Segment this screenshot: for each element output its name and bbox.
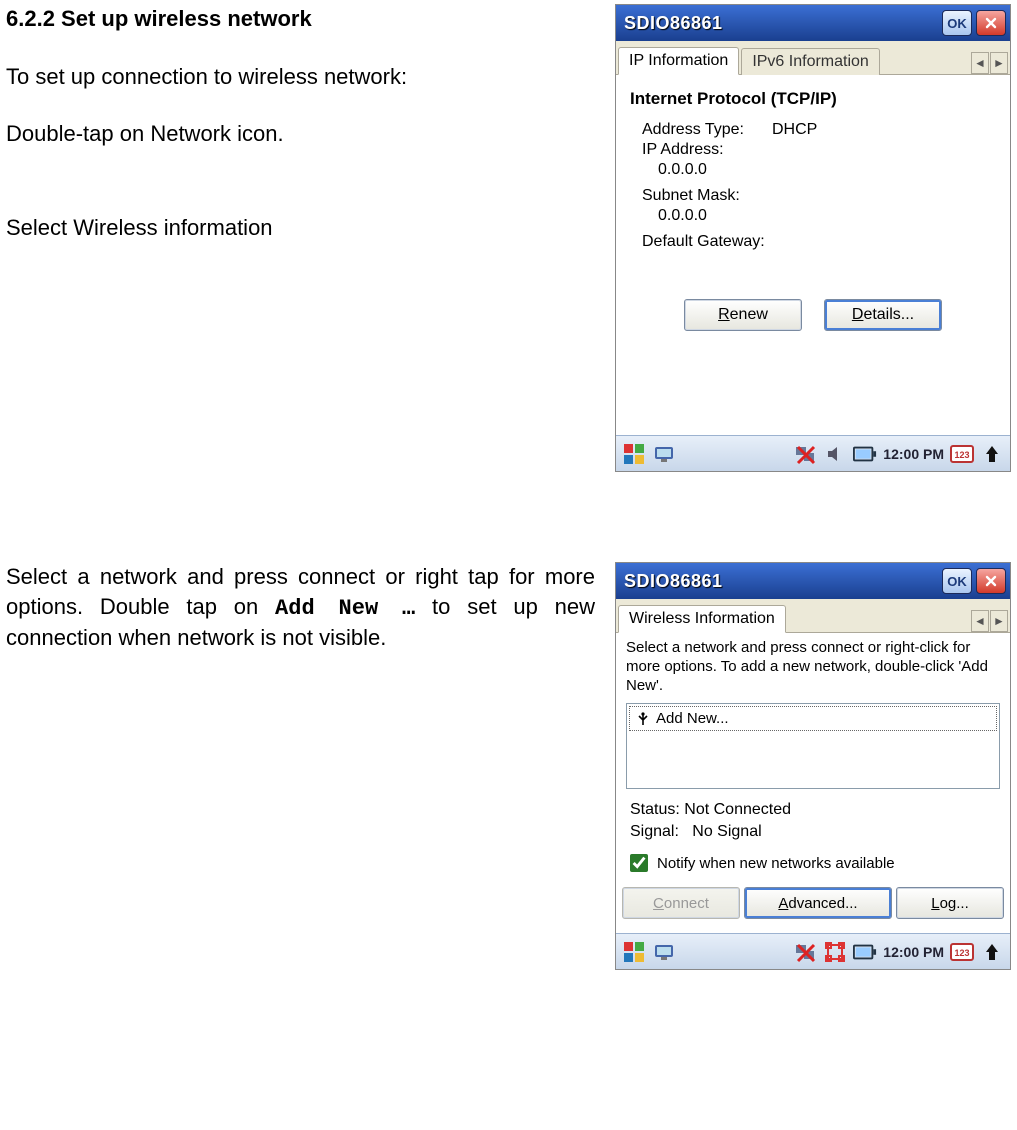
close-button[interactable] [976, 568, 1006, 594]
para-intro: To set up connection to wireless network… [6, 62, 595, 92]
up-arrow-icon[interactable] [980, 940, 1004, 964]
window-titlebar: SDIO86861 OK [616, 5, 1010, 41]
ok-button[interactable]: OK [942, 568, 972, 594]
close-icon [985, 575, 997, 587]
tab-wireless-information[interactable]: Wireless Information [618, 605, 786, 633]
status-label: Status: [630, 801, 680, 818]
up-arrow-icon[interactable] [980, 442, 1004, 466]
close-icon [985, 17, 997, 29]
signal-label: Signal: [630, 823, 679, 840]
renew-button[interactable]: Renew [684, 299, 802, 331]
details-button[interactable]: Details... [824, 299, 942, 331]
log-hotkey: L [931, 895, 939, 912]
keyboard-icon[interactable]: 123 [950, 940, 974, 964]
window-title: SDIO86861 [624, 13, 938, 34]
svg-text:123: 123 [954, 450, 969, 460]
svg-text:123: 123 [954, 948, 969, 958]
para-doubletap: Double-tap on Network icon. [6, 119, 595, 149]
list-item-add-new[interactable]: Add New... [629, 706, 997, 731]
antenna-icon [636, 712, 650, 726]
address-type-value: DHCP [772, 121, 817, 139]
advanced-button[interactable]: Advanced... [744, 887, 892, 919]
details-rest: etails... [863, 306, 914, 324]
log-rest: og... [940, 895, 969, 912]
details-hotkey: D [852, 306, 864, 324]
desktop-icon[interactable] [652, 940, 676, 964]
renew-hotkey: R [718, 306, 730, 324]
ok-button[interactable]: OK [942, 10, 972, 36]
renew-rest: enew [730, 306, 768, 324]
subnet-mask-label: Subnet Mask: [642, 187, 772, 205]
keyboard-icon[interactable]: 123 [950, 442, 974, 466]
screenshot-wireless-information: SDIO86861 OK Wireless Information ◄ ► Se… [615, 562, 1011, 970]
ip-address-label: IP Address: [642, 141, 772, 159]
connect-button: Connect [622, 887, 740, 919]
tab-scroll-left[interactable]: ◄ [971, 52, 989, 74]
battery-icon[interactable] [853, 940, 877, 964]
taskbar: 12:00 PM 123 [616, 933, 1010, 969]
notify-label: Notify when new networks available [657, 855, 895, 872]
log-button[interactable]: Log... [896, 887, 1004, 919]
para-add-new-mono: Add New … [275, 596, 415, 621]
network-disconnected-icon[interactable] [793, 940, 817, 964]
start-icon[interactable] [622, 940, 646, 964]
connect-hotkey: C [653, 895, 664, 912]
advanced-rest: dvanced... [788, 895, 857, 912]
close-button[interactable] [976, 10, 1006, 36]
network-disconnected-icon[interactable] [793, 442, 817, 466]
advanced-hotkey: A [778, 895, 788, 912]
window-titlebar: SDIO86861 OK [616, 563, 1010, 599]
connect-rest: onnect [664, 895, 709, 912]
panel-title: Internet Protocol (TCP/IP) [630, 89, 996, 109]
notify-checkbox[interactable] [630, 854, 648, 872]
section-heading: 6.2.2 Set up wireless network [6, 4, 595, 34]
add-new-label: Add New... [656, 710, 729, 727]
target-icon[interactable] [823, 940, 847, 964]
signal-value: No Signal [692, 823, 761, 840]
taskbar: 12:00 PM 123 [616, 435, 1010, 471]
window-title: SDIO86861 [624, 571, 938, 592]
ip-address-value: 0.0.0.0 [630, 161, 996, 179]
volume-icon[interactable] [823, 442, 847, 466]
tabstrip: Wireless Information ◄ ► [616, 599, 1010, 633]
desktop-icon[interactable] [652, 442, 676, 466]
tab-scroll-right[interactable]: ► [990, 610, 1008, 632]
clock: 12:00 PM [883, 944, 944, 960]
para-select-wireless: Select Wireless information [6, 213, 595, 243]
screenshot-ip-information: SDIO86861 OK IP Information IPv6 Informa… [615, 4, 1011, 472]
tab-ip-information[interactable]: IP Information [618, 47, 739, 75]
notify-checkbox-row[interactable]: Notify when new networks available [616, 843, 1010, 883]
address-type-label: Address Type: [642, 121, 772, 139]
networks-listbox[interactable]: Add New... [626, 703, 1000, 789]
default-gateway-label: Default Gateway: [642, 233, 765, 251]
tabstrip: IP Information IPv6 Information ◄ ► [616, 41, 1010, 75]
status-value: Not Connected [684, 801, 791, 818]
start-icon[interactable] [622, 442, 646, 466]
tab-scroll-right[interactable]: ► [990, 52, 1008, 74]
wireless-instructions: Select a network and press connect or ri… [616, 633, 1010, 699]
clock: 12:00 PM [883, 446, 944, 462]
battery-icon[interactable] [853, 442, 877, 466]
tab-ipv6-information[interactable]: IPv6 Information [741, 48, 880, 75]
tab-scroll-left[interactable]: ◄ [971, 610, 989, 632]
para-add-new: Select a network and press connect or ri… [6, 562, 595, 653]
subnet-mask-value: 0.0.0.0 [630, 207, 996, 225]
